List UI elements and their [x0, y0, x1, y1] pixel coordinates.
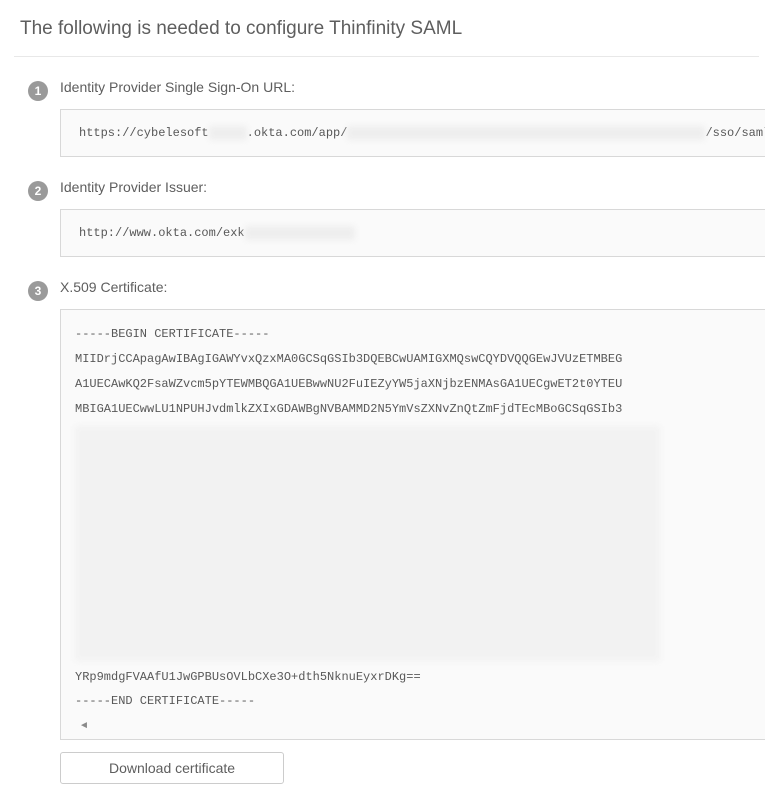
scroll-left-icon[interactable]: ◄ [75, 718, 751, 733]
page-title: The following is needed to configure Thi… [14, 8, 759, 57]
certificate-line: MBIGA1UECwwLU1NPUHJvdmlkZXIxGDAWBgNVBAMM… [75, 401, 751, 418]
certificate-begin: -----BEGIN CERTIFICATE----- [75, 326, 751, 343]
redacted-block [75, 426, 660, 661]
issuer-label: Identity Provider Issuer: [60, 179, 765, 195]
certificate-end: -----END CERTIFICATE----- [75, 693, 751, 710]
sso-url-prefix: https://cybelesoft [79, 126, 209, 140]
download-certificate-button[interactable]: Download certificate [60, 752, 284, 784]
certificate-line: MIIDrjCCApagAwIBAgIGAWYvxQzxMA0GCSqGSIb3… [75, 351, 751, 368]
sso-url-label: Identity Provider Single Sign-On URL: [60, 79, 765, 95]
certificate-label: X.509 Certificate: [60, 279, 765, 295]
step-badge-3: 3 [28, 281, 48, 301]
issuer-value[interactable]: http://www.okta.com/exk [60, 209, 765, 257]
redacted-block [347, 126, 705, 140]
certificate-line: YRp9mdgFVAAfU1JwGPBUsOVLbCXe3O+dth5NknuE… [75, 669, 751, 686]
issuer-prefix: http://www.okta.com/exk [79, 226, 245, 240]
sso-url-suffix: /sso/saml [705, 126, 765, 140]
certificate-line: A1UECAwKQ2FsaWZvcm5pYTEWMBQGA1UEBwwNU2Fu… [75, 376, 751, 393]
step-badge-2: 2 [28, 181, 48, 201]
certificate-value[interactable]: -----BEGIN CERTIFICATE----- MIIDrjCCApag… [60, 309, 765, 740]
sso-url-value[interactable]: https://cybelesoft .okta.com/app/ /sso/sam… [60, 109, 765, 157]
sso-url-mid: .okta.com/app/ [247, 126, 348, 140]
step-badge-1: 1 [28, 81, 48, 101]
redacted-block [209, 126, 247, 140]
redacted-block [245, 226, 355, 240]
